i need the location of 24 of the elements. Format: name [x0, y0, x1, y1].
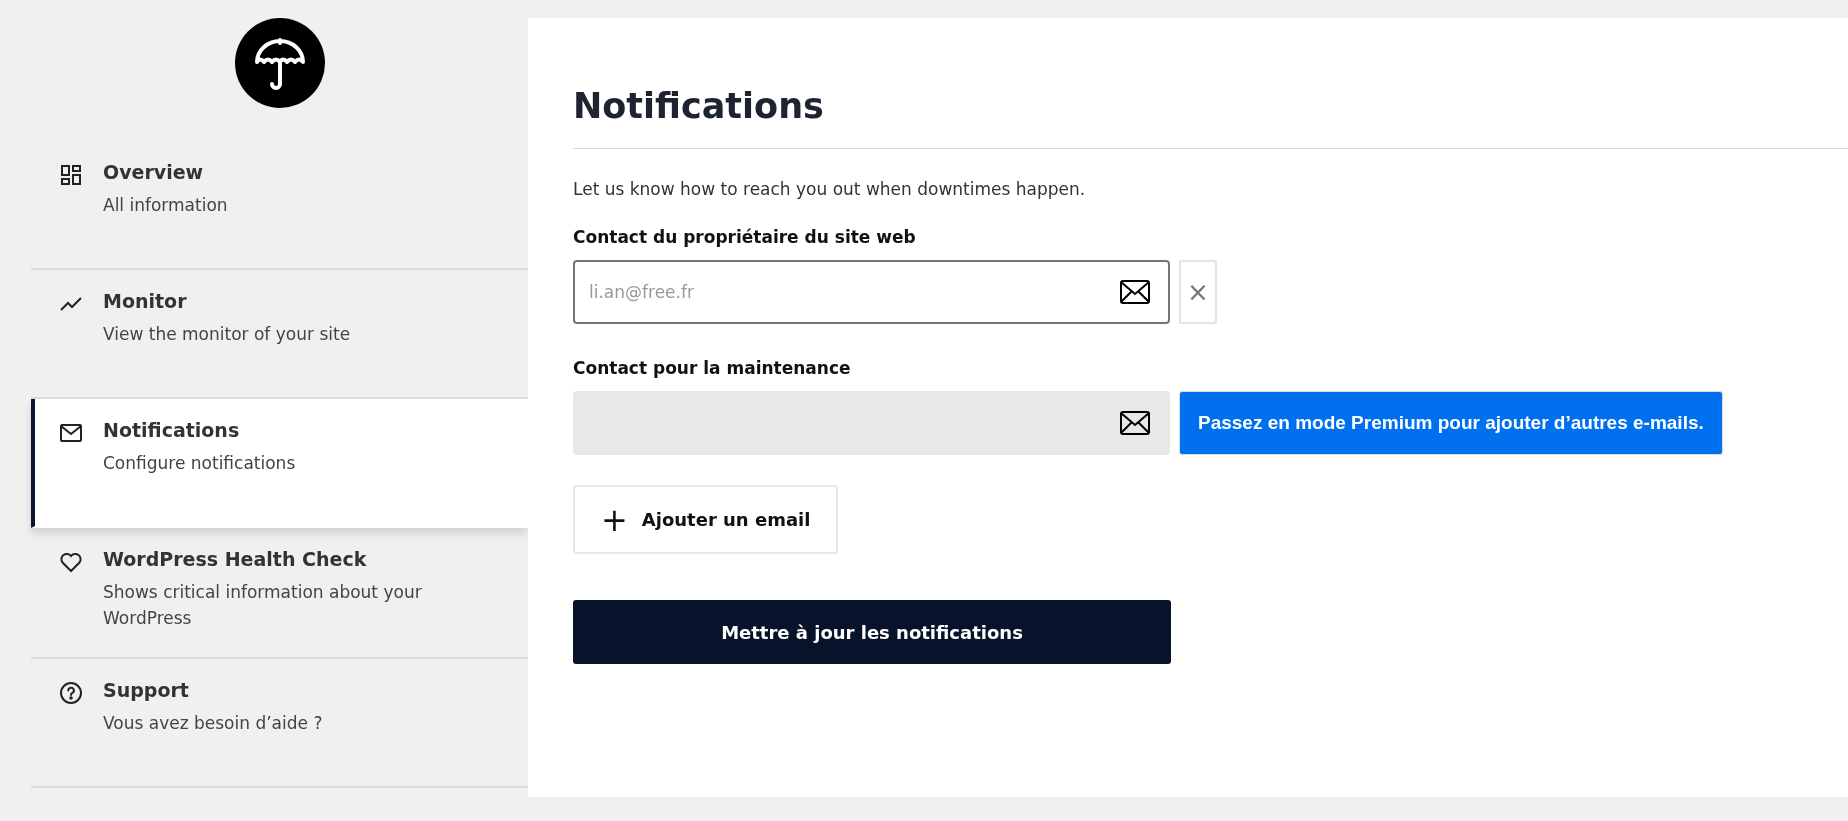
heart-icon: [59, 550, 83, 574]
nav-title: Support: [103, 679, 190, 701]
update-button[interactable]: Mettre à jour les notifications: [573, 600, 1171, 664]
envelope-icon: [1120, 411, 1150, 435]
nav-subtitle: View the monitor of your site: [103, 323, 352, 346]
remove-button[interactable]: ×: [1179, 260, 1217, 324]
dashboard-icon: [59, 163, 83, 187]
description: Let us know how to reach you out when downtimes happen.: [573, 179, 1086, 199]
page-title: Notifications: [573, 86, 1848, 149]
field-label: Contact pour la maintenance: [573, 358, 852, 378]
nav-subtitle: Vous avez besoin d’aide ?: [103, 712, 324, 735]
help-icon: [59, 681, 83, 705]
sidebar-item[interactable]: Notifications Configure notifications: [31, 399, 528, 528]
add-email-button[interactable]: + Ajouter un email: [573, 485, 839, 554]
field-label: Contact du propriétaire du site web: [573, 227, 917, 247]
envelope-icon: [59, 421, 83, 445]
nav-title: Overview: [103, 161, 205, 183]
nav-title: Monitor: [103, 290, 188, 312]
envelope-icon: [1120, 280, 1150, 304]
nav-title: Notifications: [103, 419, 241, 441]
nav-subtitle: Configure notifications: [103, 452, 297, 475]
nav-title: WordPress Health Check: [103, 548, 368, 570]
nav-subtitle: Shows critical information about your WordPress: [103, 581, 423, 630]
nav-subtitle: All information: [103, 194, 229, 217]
